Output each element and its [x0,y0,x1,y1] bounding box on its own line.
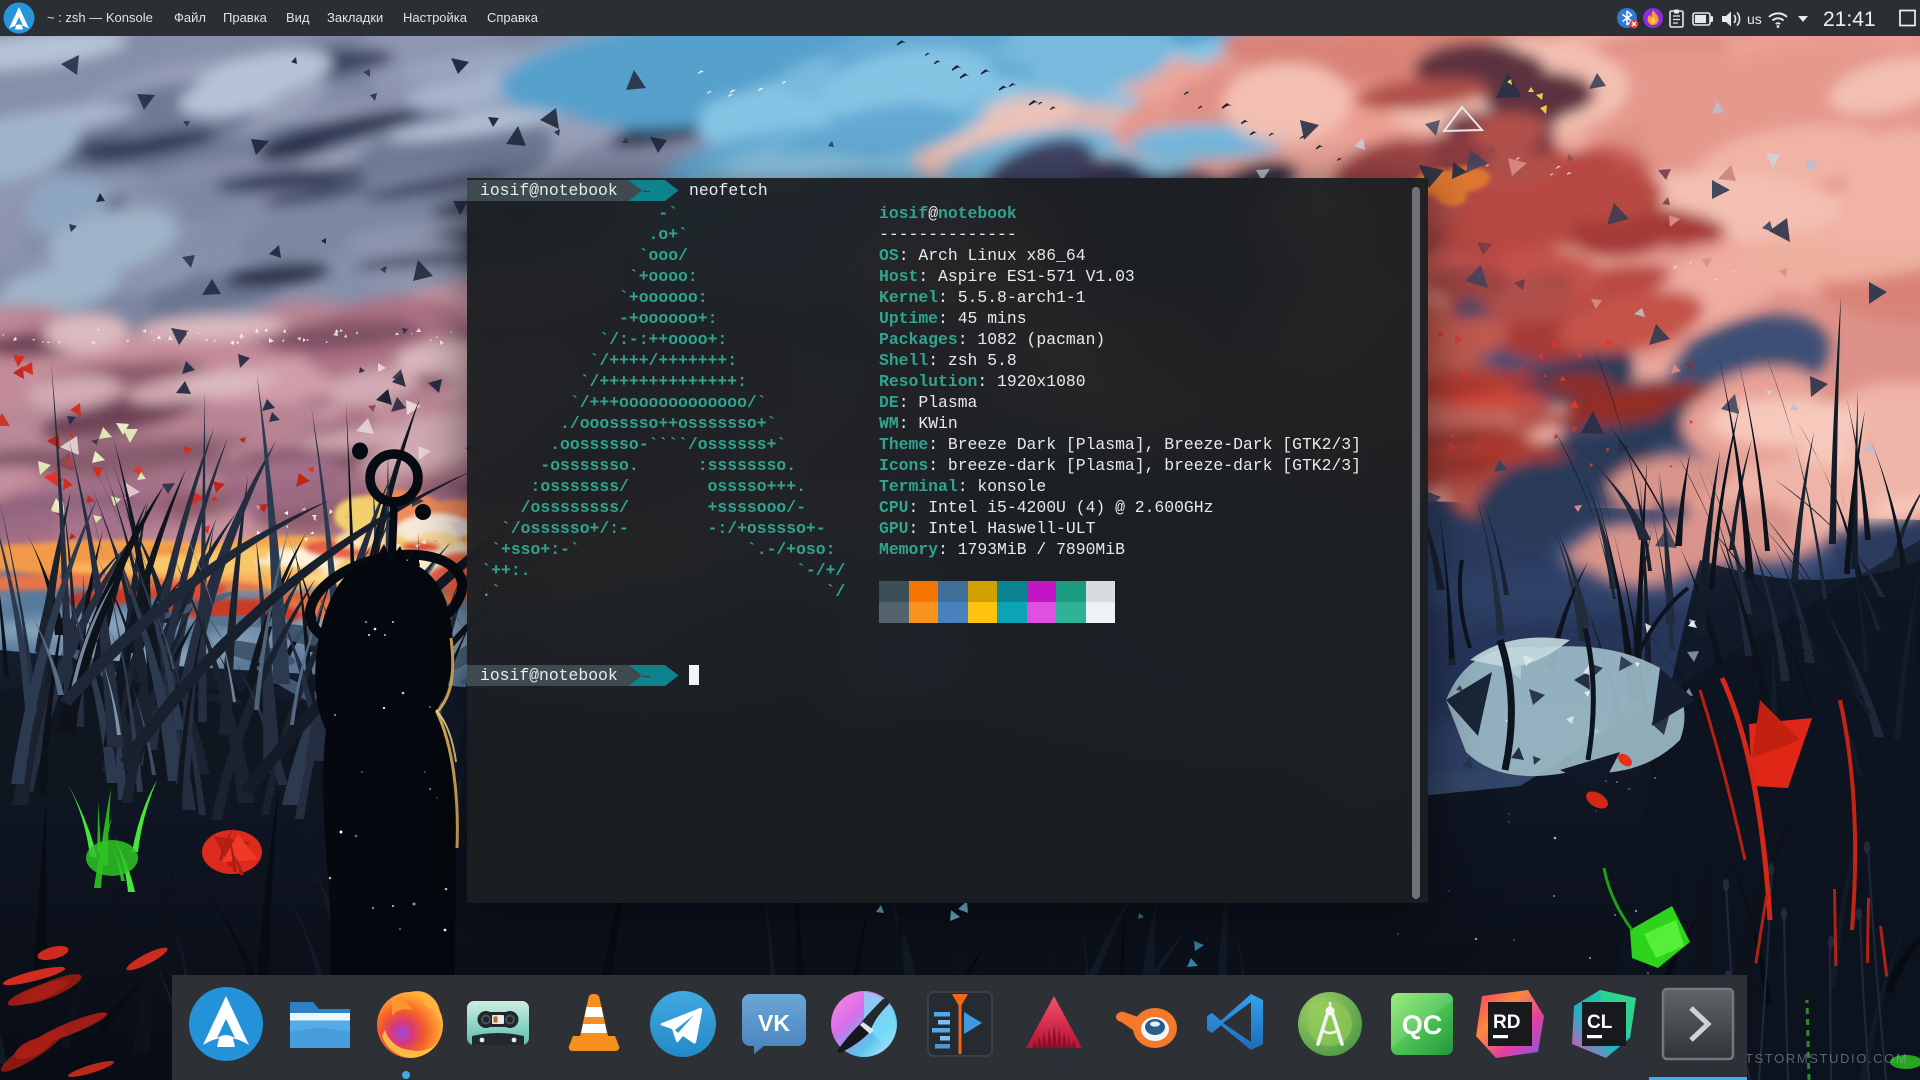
svg-text:~: ~ [642,185,650,201]
svg-text:QC: QC [1402,1010,1443,1040]
svg-text:RD: RD [1493,1012,1520,1033]
svg-text:VK: VK [758,1010,790,1036]
svg-text:us: us [1747,11,1762,27]
svg-text:CL: CL [1587,1012,1613,1033]
svg-text:21:41: 21:41 [1823,8,1876,31]
svg-text:~: ~ [642,670,650,686]
